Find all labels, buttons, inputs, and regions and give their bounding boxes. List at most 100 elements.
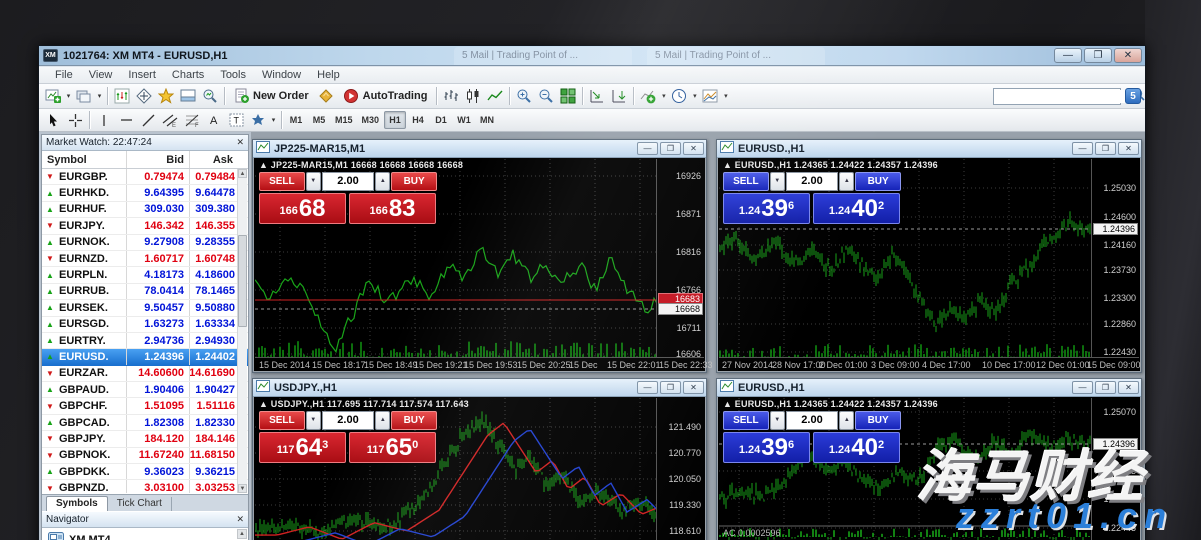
timeframe-mn[interactable]: MN xyxy=(476,111,498,129)
column-ask[interactable]: Ask xyxy=(189,154,239,166)
volume-up-icon[interactable]: ▲ xyxy=(375,411,390,430)
timeframe-h1[interactable]: H1 xyxy=(384,111,406,129)
volume-down-icon[interactable]: ▼ xyxy=(306,411,321,430)
tile-windows-icon[interactable] xyxy=(557,86,579,106)
chart-restore-button[interactable]: ❐ xyxy=(1095,381,1116,394)
minimize-button[interactable]: — xyxy=(1054,48,1082,63)
terminal-toggle-icon[interactable] xyxy=(177,86,199,106)
notification-badge[interactable]: 5 xyxy=(1125,88,1141,104)
volume-down-icon[interactable]: ▼ xyxy=(306,172,321,191)
volume-up-icon[interactable]: ▲ xyxy=(375,172,390,191)
market-watch-row[interactable]: ▲EURSGD.1.632731.63334 xyxy=(42,317,248,333)
market-watch-toggle-icon[interactable] xyxy=(111,86,133,106)
profiles-icon[interactable] xyxy=(73,86,95,106)
menu-tools[interactable]: Tools xyxy=(212,69,254,81)
volume-down-icon[interactable]: ▼ xyxy=(770,172,785,191)
market-watch-close-icon[interactable]: ✕ xyxy=(236,137,244,148)
timeframe-h4[interactable]: H4 xyxy=(407,111,429,129)
equidistant-channel-tool-icon[interactable]: E xyxy=(159,110,181,130)
market-watch-row[interactable]: ▲EURPLN.4.181734.18600 xyxy=(42,267,248,283)
buy-price[interactable]: 16683 xyxy=(349,193,436,224)
market-watch-row[interactable]: ▼GBPJPY.184.120184.146 xyxy=(42,431,248,447)
sell-price[interactable]: 16668 xyxy=(259,193,346,224)
data-window-icon[interactable] xyxy=(133,86,155,106)
volume-up-icon[interactable]: ▲ xyxy=(839,411,854,430)
market-watch-row[interactable]: ▲GBPCAD.1.823081.82330 xyxy=(42,415,248,431)
market-watch-row[interactable]: ▲GBPDKK.9.360239.36215 xyxy=(42,464,248,480)
timeframe-m5[interactable]: M5 xyxy=(308,111,330,129)
chart-restore-button[interactable]: ❐ xyxy=(1095,142,1116,155)
chart-minimize-button[interactable]: — xyxy=(1072,142,1093,155)
navigator-account-item[interactable]: XM MT4 xyxy=(42,528,248,540)
menu-file[interactable]: File xyxy=(47,69,81,81)
market-watch-row[interactable]: ▲EURTRY.2.947362.94930 xyxy=(42,333,248,349)
buy-button[interactable]: BUY xyxy=(391,411,437,430)
indicators-icon[interactable] xyxy=(637,86,659,106)
timeframe-m1[interactable]: M1 xyxy=(285,111,307,129)
menu-insert[interactable]: Insert xyxy=(120,69,164,81)
sell-button[interactable]: SELL xyxy=(723,172,769,191)
horizontal-line-tool-icon[interactable] xyxy=(115,110,137,130)
column-bid[interactable]: Bid xyxy=(126,154,189,166)
market-watch-row[interactable]: ▲EURRUB.78.041478.1465 xyxy=(42,284,248,300)
chart-restore-button[interactable]: ❐ xyxy=(660,381,681,394)
sell-price[interactable]: 1.24396 xyxy=(723,432,810,463)
tab-symbols[interactable]: Symbols xyxy=(46,496,108,511)
market-watch-row[interactable]: ▲EURHKD.9.643959.64478 xyxy=(42,185,248,201)
scrollbar-thumb[interactable] xyxy=(238,235,247,327)
sell-price[interactable]: 1.24396 xyxy=(723,193,810,224)
restore-button[interactable]: ❐ xyxy=(1084,48,1112,63)
buy-button[interactable]: BUY xyxy=(855,411,901,430)
scroll-up-icon[interactable]: ▲ xyxy=(238,169,247,178)
chart-titlebar[interactable]: EURUSD.,H1—❐✕ xyxy=(717,140,1141,158)
column-divider[interactable] xyxy=(189,151,190,168)
chart-minimize-button[interactable]: — xyxy=(637,142,658,155)
new-chart-dropdown-icon[interactable]: ▾ xyxy=(64,86,73,106)
market-watch-row[interactable]: ▲GBPAUD.1.904061.90427 xyxy=(42,382,248,398)
chart-restore-button[interactable]: ❐ xyxy=(660,142,681,155)
text-label-tool-icon[interactable]: T xyxy=(225,110,247,130)
navigator-toggle-icon[interactable] xyxy=(155,86,177,106)
chart-close-button[interactable]: ✕ xyxy=(1118,142,1139,155)
menu-window[interactable]: Window xyxy=(254,69,309,81)
market-watch-row[interactable]: ▼GBPCHF.1.510951.51116 xyxy=(42,398,248,414)
close-button[interactable]: ✕ xyxy=(1114,48,1142,63)
zoom-in-icon[interactable] xyxy=(513,86,535,106)
strategy-tester-icon[interactable] xyxy=(199,86,221,106)
navigator-scroll-up-icon[interactable]: ▲ xyxy=(237,529,247,539)
market-watch-row[interactable]: ▲EURNOK.9.279089.28355 xyxy=(42,235,248,251)
menu-view[interactable]: View xyxy=(81,69,121,81)
buy-button[interactable]: BUY xyxy=(855,172,901,191)
market-watch-row[interactable]: ▼GBPNOK.11.6724011.68150 xyxy=(42,448,248,464)
market-watch-row[interactable]: ▼GBPNZD.3.031003.03253 xyxy=(42,480,248,493)
buy-price[interactable]: 1.24402 xyxy=(813,432,900,463)
timeframe-m15[interactable]: M15 xyxy=(331,111,357,129)
line-chart-mode-icon[interactable] xyxy=(484,86,506,106)
arrows-tool-icon[interactable] xyxy=(247,110,269,130)
market-watch-row[interactable]: ▲EURUSD.1.243961.24402 xyxy=(42,349,248,365)
templates-icon[interactable] xyxy=(699,86,721,106)
volume-input[interactable]: 2.00 xyxy=(322,172,375,191)
chart-titlebar[interactable]: JP225-MAR15,M1—❐✕ xyxy=(253,140,706,158)
volume-input[interactable]: 2.00 xyxy=(786,411,839,430)
tab-tick-chart[interactable]: Tick Chart xyxy=(108,497,172,511)
zoom-out-icon[interactable] xyxy=(535,86,557,106)
text-tool-icon[interactable]: A xyxy=(203,110,225,130)
profiles-dropdown-icon[interactable]: ▾ xyxy=(95,86,104,106)
fibonacci-tool-icon[interactable]: F xyxy=(181,110,203,130)
market-watch-row[interactable]: ▼EURJPY.146.342146.355 xyxy=(42,218,248,234)
trendline-tool-icon[interactable] xyxy=(137,110,159,130)
candlestick-mode-icon[interactable] xyxy=(462,86,484,106)
scroll-down-icon[interactable]: ▼ xyxy=(238,484,247,493)
chart-minimize-button[interactable]: — xyxy=(637,381,658,394)
buy-price[interactable]: 117650 xyxy=(349,432,436,463)
chart-titlebar[interactable]: USDJPY.,H1—❐✕ xyxy=(253,379,706,397)
auto-arrange-icon[interactable] xyxy=(586,86,608,106)
chart-close-button[interactable]: ✕ xyxy=(683,381,704,394)
new-chart-icon[interactable] xyxy=(42,86,64,106)
timeframe-w1[interactable]: W1 xyxy=(453,111,475,129)
buy-price[interactable]: 1.24402 xyxy=(813,193,900,224)
chart-close-button[interactable]: ✕ xyxy=(683,142,704,155)
market-watch-scrollbar[interactable]: ▲ ▼ xyxy=(237,169,247,493)
timeframe-d1[interactable]: D1 xyxy=(430,111,452,129)
